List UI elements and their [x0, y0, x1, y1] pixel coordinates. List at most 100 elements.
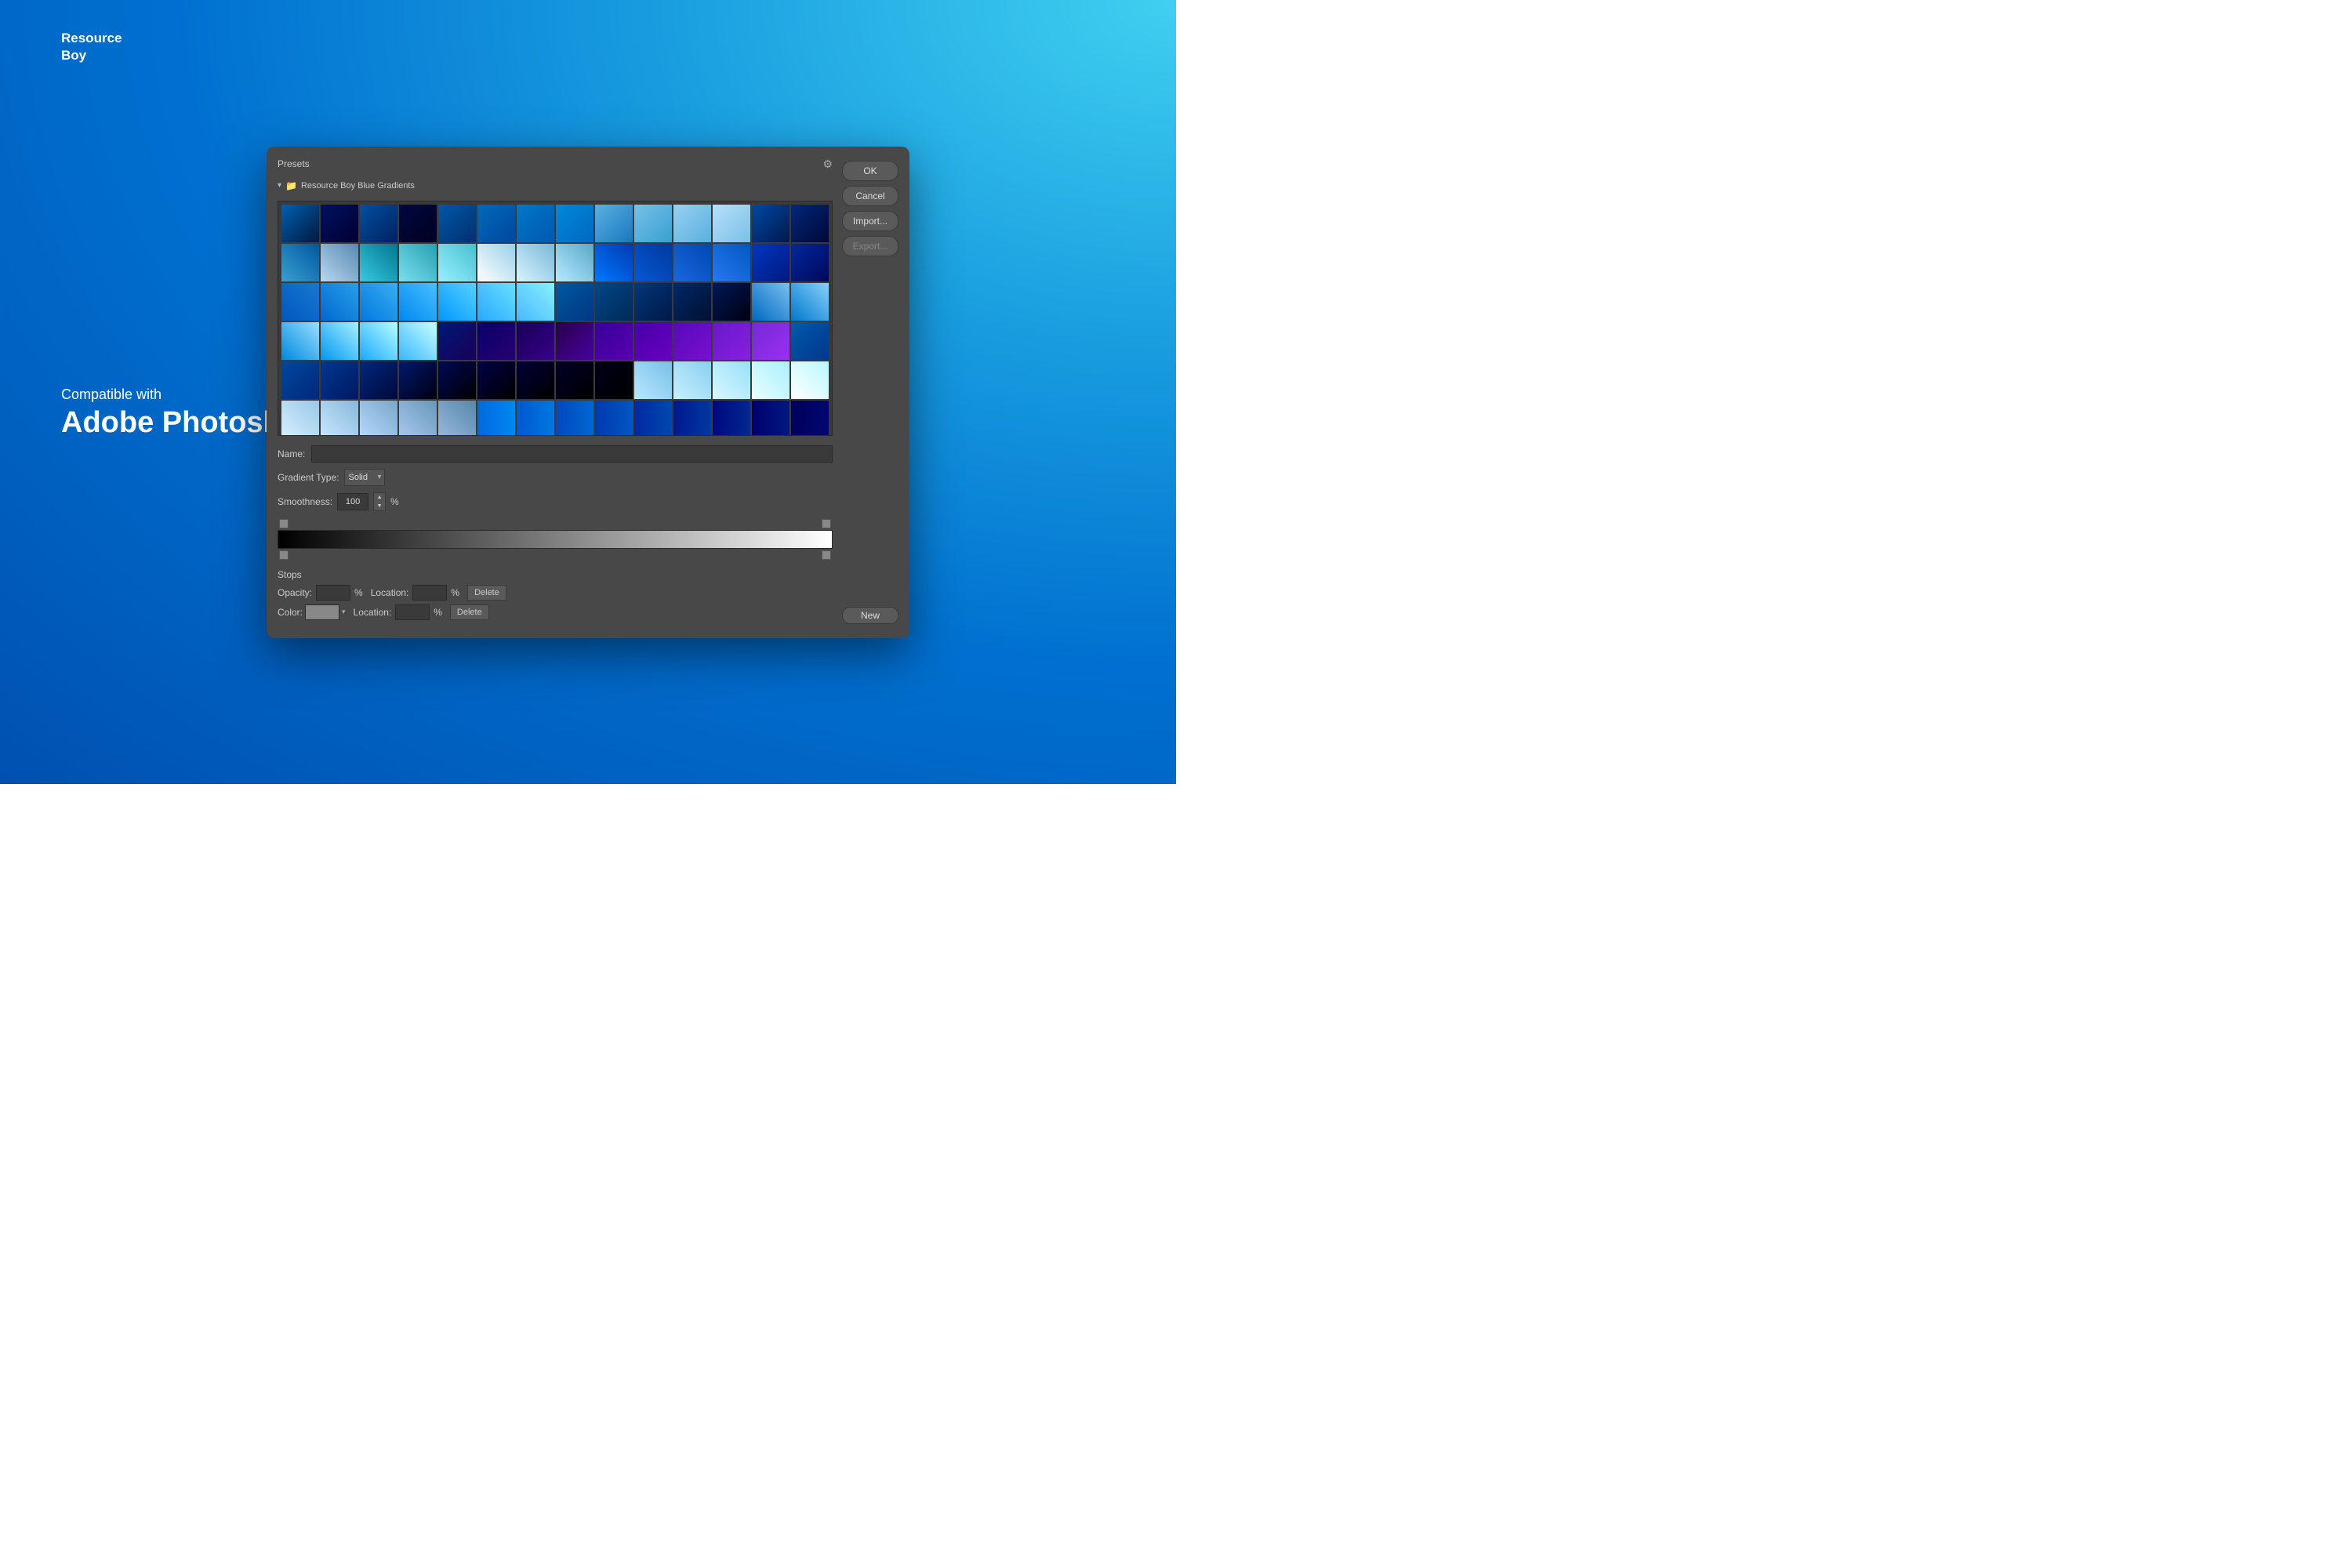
gradient-cell[interactable]: [281, 322, 319, 360]
gradient-cell[interactable]: [281, 244, 319, 281]
gradient-cell[interactable]: [281, 401, 319, 436]
gradient-cell[interactable]: [595, 205, 633, 242]
gradient-cell[interactable]: [595, 361, 633, 399]
gradient-grid-container[interactable]: [278, 201, 833, 436]
gradient-cell[interactable]: [713, 322, 750, 360]
gradient-cell[interactable]: [477, 205, 515, 242]
gradient-cell[interactable]: [673, 361, 711, 399]
gradient-cell[interactable]: [321, 205, 358, 242]
gradient-cell[interactable]: [517, 205, 554, 242]
smoothness-up-btn[interactable]: ▲: [374, 493, 385, 502]
gradient-cell[interactable]: [556, 361, 593, 399]
gradient-cell[interactable]: [281, 283, 319, 321]
gradient-cell[interactable]: [399, 205, 437, 242]
gradient-cell[interactable]: [438, 401, 476, 436]
gradient-type-select[interactable]: Solid Noise: [344, 469, 385, 486]
gradient-cell[interactable]: [713, 244, 750, 281]
gradient-cell[interactable]: [321, 244, 358, 281]
smoothness-down-btn[interactable]: ▼: [374, 502, 385, 510]
gradient-cell[interactable]: [517, 244, 554, 281]
gradient-cell[interactable]: [477, 283, 515, 321]
gradient-cell[interactable]: [321, 361, 358, 399]
gradient-cell[interactable]: [321, 322, 358, 360]
gradient-cell[interactable]: [673, 322, 711, 360]
gradient-cell[interactable]: [399, 322, 437, 360]
gradient-cell[interactable]: [517, 401, 554, 436]
gradient-cell[interactable]: [556, 401, 593, 436]
gradient-cell[interactable]: [281, 205, 319, 242]
opacity-location-input[interactable]: [412, 585, 447, 601]
gradient-cell[interactable]: [791, 322, 829, 360]
color-stop-right[interactable]: [822, 550, 831, 560]
gradient-cell[interactable]: [752, 244, 789, 281]
gradient-cell[interactable]: [477, 244, 515, 281]
gradient-cell[interactable]: [595, 283, 633, 321]
gradient-cell[interactable]: [517, 283, 554, 321]
gradient-cell[interactable]: [634, 205, 672, 242]
gradient-cell[interactable]: [438, 322, 476, 360]
color-swatch[interactable]: [305, 604, 339, 620]
gradient-cell[interactable]: [634, 401, 672, 436]
gradient-cell[interactable]: [360, 322, 397, 360]
gradient-cell[interactable]: [634, 361, 672, 399]
gradient-cell[interactable]: [399, 244, 437, 281]
name-input[interactable]: [311, 445, 833, 463]
gradient-cell[interactable]: [634, 244, 672, 281]
gradient-cell[interactable]: [673, 205, 711, 242]
gradient-cell[interactable]: [556, 283, 593, 321]
color-stop-left[interactable]: [279, 550, 289, 560]
gradient-cell[interactable]: [595, 401, 633, 436]
opacity-stop-left[interactable]: [279, 519, 289, 528]
gradient-cell[interactable]: [791, 401, 829, 436]
gradient-cell[interactable]: [360, 205, 397, 242]
gradient-cell[interactable]: [673, 244, 711, 281]
gradient-cell[interactable]: [556, 322, 593, 360]
opacity-delete-btn[interactable]: Delete: [467, 585, 506, 601]
gradient-cell[interactable]: [595, 322, 633, 360]
gradient-cell[interactable]: [713, 401, 750, 436]
gradient-cell[interactable]: [791, 205, 829, 242]
gradient-cell[interactable]: [791, 361, 829, 399]
opacity-input[interactable]: [316, 585, 350, 601]
gradient-cell[interactable]: [556, 244, 593, 281]
gradient-cell[interactable]: [438, 244, 476, 281]
gradient-cell[interactable]: [713, 361, 750, 399]
gradient-cell[interactable]: [791, 244, 829, 281]
gradient-cell[interactable]: [438, 361, 476, 399]
gradient-cell[interactable]: [399, 283, 437, 321]
gradient-cell[interactable]: [634, 283, 672, 321]
gradient-cell[interactable]: [360, 244, 397, 281]
gradient-cell[interactable]: [438, 205, 476, 242]
gradient-cell[interactable]: [556, 205, 593, 242]
gradient-cell[interactable]: [360, 401, 397, 436]
color-location-input[interactable]: [395, 604, 430, 620]
cancel-button[interactable]: Cancel: [842, 186, 898, 206]
gradient-cell[interactable]: [321, 283, 358, 321]
gradient-cell[interactable]: [595, 244, 633, 281]
color-delete-btn[interactable]: Delete: [450, 604, 489, 620]
gradient-cell[interactable]: [281, 361, 319, 399]
ok-button[interactable]: OK: [842, 161, 898, 181]
gradient-cell[interactable]: [438, 283, 476, 321]
export-button[interactable]: Export...: [842, 236, 898, 256]
gradient-cell[interactable]: [517, 361, 554, 399]
gradient-cell[interactable]: [517, 322, 554, 360]
gradient-cell[interactable]: [713, 205, 750, 242]
smoothness-input[interactable]: [337, 493, 368, 510]
gradient-cell[interactable]: [752, 322, 789, 360]
gradient-cell[interactable]: [752, 401, 789, 436]
import-button[interactable]: Import...: [842, 211, 898, 231]
gradient-cell[interactable]: [360, 283, 397, 321]
gradient-cell[interactable]: [634, 322, 672, 360]
gear-icon[interactable]: ⚙: [822, 158, 833, 171]
gradient-cell[interactable]: [360, 361, 397, 399]
gradient-cell[interactable]: [752, 361, 789, 399]
gradient-cell[interactable]: [791, 283, 829, 321]
gradient-cell[interactable]: [752, 205, 789, 242]
gradient-cell[interactable]: [477, 361, 515, 399]
gradient-bar[interactable]: [278, 530, 833, 549]
opacity-stop-right[interactable]: [822, 519, 831, 528]
gradient-cell[interactable]: [713, 283, 750, 321]
gradient-cell[interactable]: [399, 361, 437, 399]
gradient-cell[interactable]: [673, 401, 711, 436]
